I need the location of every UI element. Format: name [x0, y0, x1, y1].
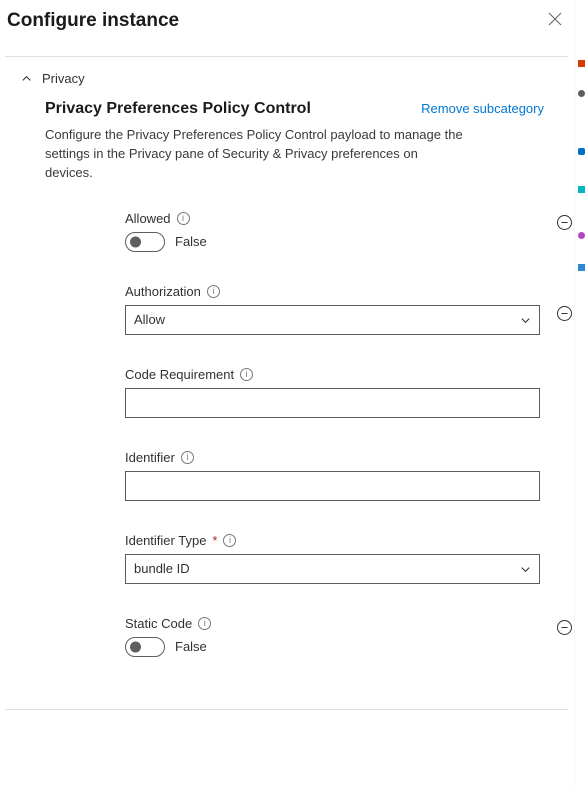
- authorization-select[interactable]: Allow: [125, 305, 540, 335]
- identifier-type-label: Identifier Type * i: [125, 533, 540, 548]
- code-requirement-input[interactable]: [134, 389, 531, 417]
- rail-marker-icon: [578, 90, 585, 97]
- subcategory-title: Privacy Preferences Policy Control: [45, 100, 311, 118]
- info-icon[interactable]: i: [207, 285, 220, 298]
- identifier-field: Identifier i: [125, 450, 540, 501]
- authorization-label: Authorization i: [125, 284, 540, 299]
- static-code-label: Static Code i: [125, 616, 540, 631]
- required-marker: *: [212, 533, 217, 548]
- field-label-text: Identifier Type: [125, 533, 206, 548]
- allowed-value: False: [175, 234, 207, 249]
- subcategory-description: Configure the Privacy Preferences Policy…: [45, 126, 465, 183]
- section-name: Privacy: [42, 71, 85, 86]
- identifier-type-select[interactable]: bundle ID: [125, 554, 540, 584]
- info-icon[interactable]: i: [181, 451, 194, 464]
- authorization-value: Allow: [134, 312, 520, 327]
- field-label-text: Identifier: [125, 450, 175, 465]
- panel: Configure instance Privacy Privacy Prefe…: [0, 0, 586, 710]
- info-icon[interactable]: i: [198, 617, 211, 630]
- remove-field-icon[interactable]: [557, 620, 572, 635]
- right-rail: [574, 0, 586, 786]
- static-code-toggle[interactable]: [125, 637, 165, 657]
- divider: [5, 709, 568, 710]
- static-code-field: Static Code i False: [125, 616, 540, 657]
- info-icon[interactable]: i: [223, 534, 236, 547]
- identifier-type-value: bundle ID: [134, 561, 520, 576]
- code-requirement-input-wrap[interactable]: [125, 388, 540, 418]
- identifier-input[interactable]: [134, 472, 531, 500]
- subcategory-header: Privacy Preferences Policy Control Remov…: [45, 100, 544, 118]
- panel-title: Configure instance: [5, 10, 568, 56]
- fields: Allowed i False Authorization i: [45, 211, 544, 657]
- close-icon[interactable]: [548, 12, 562, 26]
- info-icon[interactable]: i: [177, 212, 190, 225]
- identifier-label: Identifier i: [125, 450, 540, 465]
- static-code-value: False: [175, 639, 207, 654]
- allowed-field: Allowed i False: [125, 211, 540, 252]
- remove-subcategory-link[interactable]: Remove subcategory: [421, 101, 544, 116]
- info-icon[interactable]: i: [240, 368, 253, 381]
- section-content: Privacy Preferences Policy Control Remov…: [5, 100, 568, 709]
- chevron-up-icon[interactable]: [21, 73, 32, 84]
- rail-marker-icon: [578, 264, 585, 271]
- field-label-text: Static Code: [125, 616, 192, 631]
- rail-marker-icon: [578, 232, 585, 239]
- field-label-text: Authorization: [125, 284, 201, 299]
- identifier-input-wrap[interactable]: [125, 471, 540, 501]
- remove-field-icon[interactable]: [557, 306, 572, 321]
- code-requirement-field: Code Requirement i: [125, 367, 540, 418]
- authorization-field: Authorization i Allow: [125, 284, 540, 335]
- rail-marker-icon: [578, 148, 585, 155]
- rail-marker-icon: [578, 186, 585, 193]
- identifier-type-field: Identifier Type * i bundle ID: [125, 533, 540, 584]
- section-header[interactable]: Privacy: [5, 57, 568, 100]
- chevron-down-icon: [520, 314, 531, 325]
- remove-field-icon[interactable]: [557, 215, 572, 230]
- field-label-text: Code Requirement: [125, 367, 234, 382]
- allowed-label: Allowed i: [125, 211, 540, 226]
- allowed-toggle[interactable]: [125, 232, 165, 252]
- rail-marker-icon: [578, 60, 585, 67]
- chevron-down-icon: [520, 563, 531, 574]
- field-label-text: Allowed: [125, 211, 171, 226]
- code-requirement-label: Code Requirement i: [125, 367, 540, 382]
